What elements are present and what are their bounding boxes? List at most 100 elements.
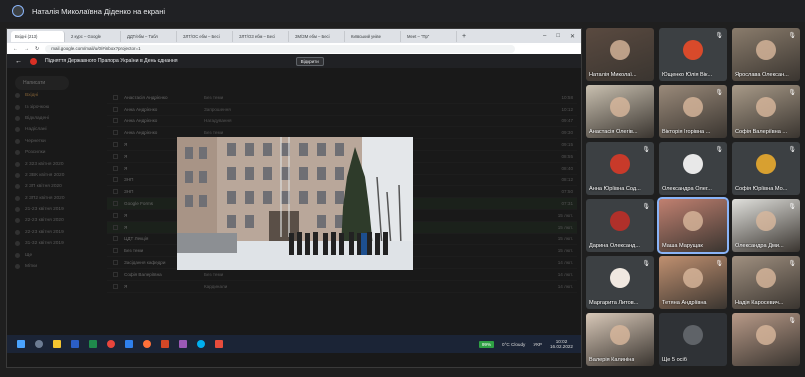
excel-icon[interactable] bbox=[89, 340, 97, 348]
participant-name: Ющенко Юлія Вік... bbox=[662, 72, 713, 78]
browser-tab[interactable]: Вхідні (213) bbox=[11, 30, 65, 42]
participant-tile[interactable]: 🎙 Ющенко Юлія Вік... bbox=[659, 28, 727, 81]
participant-name: Софія Валеріївна ... bbox=[735, 129, 788, 135]
shared-screen: Вхідні (213) 2 курс – Google ДДТ/ебм – Т… bbox=[6, 28, 582, 368]
app-icon[interactable] bbox=[215, 340, 223, 348]
participant-video bbox=[610, 97, 630, 117]
participant-tile[interactable]: 🎙 Софія Валеріївна ... bbox=[732, 85, 800, 138]
avatar bbox=[756, 154, 776, 174]
mic-off-icon: 🎙 bbox=[715, 90, 723, 96]
avatar bbox=[610, 211, 630, 231]
clock[interactable]: 10:02 16.02.2022 bbox=[550, 339, 573, 349]
avatar-stack bbox=[683, 325, 703, 345]
explorer-icon[interactable] bbox=[53, 340, 61, 348]
participant-tile[interactable]: Валерія Калиніна bbox=[586, 313, 654, 366]
participant-video bbox=[683, 268, 703, 288]
mic-off-icon: 🎙 bbox=[642, 261, 650, 267]
system-tray: 99% 0°C Cloudy УКР 10:02 16.02.2022 bbox=[478, 339, 581, 349]
app-icon[interactable] bbox=[179, 340, 187, 348]
participant-video bbox=[756, 40, 776, 60]
presenter-icon bbox=[12, 5, 24, 17]
app-icon[interactable] bbox=[125, 340, 133, 348]
record-icon bbox=[30, 57, 37, 65]
browser-tab[interactable]: ЗМ/ЗМ ебм – Бесі bbox=[291, 30, 345, 42]
participant-video bbox=[610, 325, 630, 345]
browser-tab[interactable]: ЗЛТ/ОС ебм – Бесі bbox=[179, 30, 233, 42]
participant-tile[interactable]: 🎙 Ярослава Олексан... bbox=[732, 28, 800, 81]
reload-icon[interactable]: ↻ bbox=[35, 46, 39, 52]
mic-off-icon: 🎙 bbox=[788, 90, 796, 96]
participant-tile[interactable]: 🎙 Дарина Олександ... bbox=[586, 199, 654, 252]
mic-off-icon: 🎙 bbox=[715, 147, 723, 153]
close-icon[interactable]: ✕ bbox=[570, 33, 575, 40]
share-info-bar: ← Підняття Державного Прапора України в … bbox=[7, 54, 581, 68]
participant-name: Вікторія Ігорівна ... bbox=[662, 129, 711, 135]
open-button[interactable]: Відкрити bbox=[295, 56, 324, 66]
participant-name: Софія Юріївна Мо... bbox=[735, 186, 788, 192]
participant-video bbox=[610, 40, 630, 60]
participant-tile[interactable]: 🎙 Софія Юріївна Мо... bbox=[732, 142, 800, 195]
window-controls: – □ ✕ bbox=[543, 33, 581, 40]
mic-off-icon: 🎙 bbox=[788, 261, 796, 267]
participant-tile[interactable]: 🎙 Надія Каросевич... bbox=[732, 256, 800, 309]
participant-tile[interactable]: 🎙 Вікторія Ігорівна ... bbox=[659, 85, 727, 138]
participant-tile[interactable]: 🎙 bbox=[732, 313, 800, 366]
more-participants-tile[interactable]: Ще 5 осіб bbox=[659, 313, 727, 366]
meet-window: Наталія Миколаївна Діденко на екрані Вхі… bbox=[0, 0, 805, 377]
participant-video bbox=[756, 268, 776, 288]
browser-tab[interactable]: ЗЛТ/ОЗ ебм – Бесі bbox=[235, 30, 289, 42]
address-bar: ← → ↻ mail.google.com/mail/u/0/#inbox?pr… bbox=[7, 43, 581, 54]
word-icon[interactable] bbox=[71, 340, 79, 348]
participant-tile[interactable]: 🎙 Тетяна Андріївна bbox=[659, 256, 727, 309]
participant-video bbox=[683, 211, 703, 231]
participant-tile[interactable]: Маша Марущак bbox=[657, 197, 729, 254]
clock-date: 16.02.2022 bbox=[550, 344, 573, 349]
browser-tab[interactable]: ДДТ/ебм – Табл bbox=[123, 30, 177, 42]
language-label[interactable]: УКР bbox=[533, 342, 542, 347]
participant-name: Маша Марущак bbox=[662, 243, 703, 249]
participant-tile[interactable]: 🎙 Олександра Дми... bbox=[732, 199, 800, 252]
windows-taskbar: 99% 0°C Cloudy УКР 10:02 16.02.2022 bbox=[7, 335, 581, 353]
browser-tab[interactable]: Київський унівe bbox=[347, 30, 401, 42]
search-icon[interactable] bbox=[35, 340, 43, 348]
forward-icon[interactable]: → bbox=[24, 46, 29, 52]
participant-tile[interactable]: 🎙 Олександра Олег... bbox=[659, 142, 727, 195]
mic-off-icon: 🎙 bbox=[788, 147, 796, 153]
mic-off-icon: 🎙 bbox=[788, 204, 796, 210]
battery-status[interactable]: 99% bbox=[478, 340, 495, 348]
participant-tile[interactable]: 🎙 Анна Юріївна Сод... bbox=[586, 142, 654, 195]
participant-name: Валерія Калиніна bbox=[589, 357, 635, 363]
chrome-icon[interactable] bbox=[107, 340, 115, 348]
participant-name: Олександра Олег... bbox=[662, 186, 712, 192]
back-arrow-icon[interactable]: ← bbox=[15, 58, 22, 65]
firefox-icon[interactable] bbox=[143, 340, 151, 348]
avatar bbox=[610, 154, 630, 174]
mic-off-icon: 🎙 bbox=[642, 204, 650, 210]
participant-video bbox=[756, 211, 776, 231]
participant-name: Маргарита Литов... bbox=[589, 300, 639, 306]
browser-tab[interactable]: 2 курс – Google bbox=[67, 30, 121, 42]
url-field[interactable]: mail.google.com/mail/u/0/#inbox?projecto… bbox=[45, 44, 516, 53]
presentation-bar: Наталія Миколаївна Діденко на екрані bbox=[0, 0, 805, 22]
participant-name: Анна Юріївна Сод... bbox=[589, 186, 641, 192]
mic-off-icon: 🎙 bbox=[788, 33, 796, 39]
participant-name: Олександра Дми... bbox=[735, 243, 784, 249]
powerpoint-icon[interactable] bbox=[161, 340, 169, 348]
browser-tab[interactable]: Meet – "Пр" bbox=[403, 30, 457, 42]
windows-start-icon[interactable] bbox=[17, 340, 25, 348]
participant-name: Дарина Олександ... bbox=[589, 243, 640, 249]
minimize-icon[interactable]: – bbox=[543, 33, 546, 40]
participant-tile[interactable]: 🎙 Маргарита Литов... bbox=[586, 256, 654, 309]
new-tab-button[interactable]: + bbox=[459, 33, 469, 40]
browser-tab-strip: Вхідні (213) 2 курс – Google ДДТ/ебм – Т… bbox=[7, 29, 581, 43]
weather-label[interactable]: 0°C Cloudy bbox=[502, 342, 525, 347]
back-icon[interactable]: ← bbox=[13, 46, 18, 52]
skype-icon[interactable] bbox=[197, 340, 205, 348]
participant-tile[interactable]: Анастасія Олегів... bbox=[586, 85, 654, 138]
participant-name: Ярослава Олексан... bbox=[735, 72, 789, 78]
share-title: Підняття Державного Прапора України в Де… bbox=[45, 58, 178, 64]
maximize-icon[interactable]: □ bbox=[556, 33, 560, 40]
participant-tile[interactable]: Наталія Миколаї... bbox=[586, 28, 654, 81]
participant-grid: Наталія Миколаї... 🎙 Ющенко Юлія Вік... 🎙 Яр… bbox=[586, 28, 800, 370]
mic-off-icon: 🎙 bbox=[642, 147, 650, 153]
